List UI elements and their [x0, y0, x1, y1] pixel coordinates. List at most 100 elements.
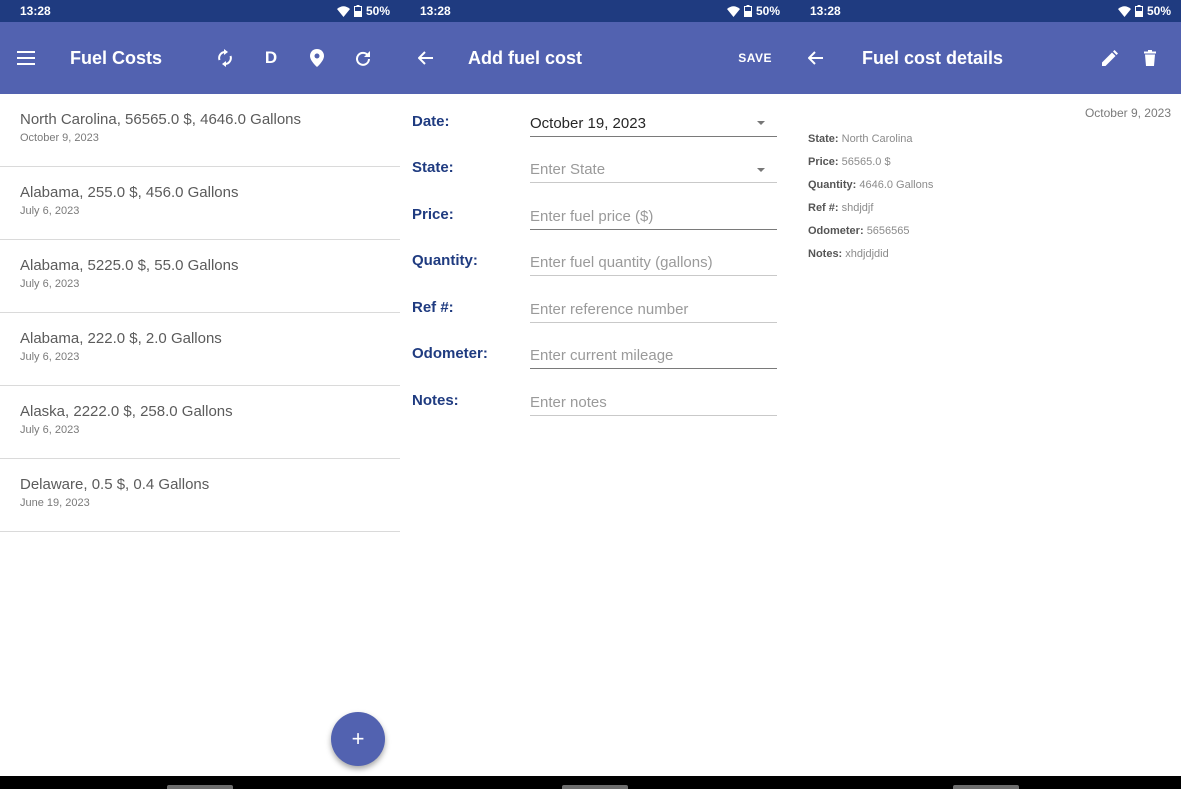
list-item-primary: North Carolina, 56565.0 $, 4646.0 Gallon…	[20, 111, 302, 128]
plus-icon: +	[351, 726, 365, 751]
status-time: 13:28	[420, 4, 451, 18]
add-fuel-cost-button[interactable]: +	[331, 712, 385, 766]
page-title: Fuel cost details	[862, 47, 1004, 68]
detail-state: State: North Carolina	[808, 132, 933, 155]
list-item[interactable]: Alabama, 5225.0 $, 55.0 Gallons July 6, …	[0, 240, 400, 313]
letter-d-icon[interactable]: D	[248, 36, 294, 80]
status-bar: 13:28 50%	[790, 0, 1181, 22]
save-button[interactable]: SAVE	[734, 51, 776, 65]
detail-quantity: Quantity: 4646.0 Gallons	[808, 178, 933, 201]
odometer-input[interactable]: Enter current mileage	[530, 343, 777, 369]
page-title: Fuel Costs	[70, 47, 163, 68]
home-handle[interactable]	[562, 785, 628, 789]
battery-icon	[1134, 5, 1143, 17]
refresh-icon[interactable]	[340, 36, 386, 80]
quantity-label: Quantity:	[412, 252, 478, 269]
date-dropdown[interactable]: October 19, 2023	[530, 111, 777, 137]
battery-icon	[353, 5, 362, 17]
battery-percent: 50%	[1146, 4, 1171, 18]
dropdown-arrow-icon	[757, 167, 765, 172]
list-item-primary: Alabama, 222.0 $, 2.0 Gallons	[20, 330, 222, 347]
home-handle[interactable]	[167, 785, 233, 789]
detail-label: Odometer:	[808, 225, 864, 237]
detail-ref: Ref #: shdjdjf	[808, 201, 933, 224]
form-row-price: Price: Enter fuel price ($)	[400, 191, 790, 238]
notes-input[interactable]: Enter notes	[530, 390, 777, 416]
odometer-placeholder: Enter current mileage	[530, 347, 674, 364]
detail-value: North Carolina	[841, 133, 913, 145]
detail-value: 4646.0 Gallons	[859, 179, 934, 191]
list-item-secondary: June 19, 2023	[20, 497, 90, 509]
list-item-secondary: July 6, 2023	[20, 424, 80, 436]
status-time: 13:28	[20, 4, 51, 18]
date-label: Date:	[412, 112, 450, 130]
detail-label: Notes:	[808, 248, 843, 260]
form-row-quantity: Quantity: Enter fuel quantity (gallons)	[400, 238, 790, 285]
notes-placeholder: Enter notes	[530, 393, 607, 411]
quantity-placeholder: Enter fuel quantity (gallons)	[530, 254, 713, 271]
date-value: October 19, 2023	[530, 114, 646, 132]
detail-list: State: North Carolina Price: 56565.0 $ Q…	[808, 132, 933, 270]
system-nav-bar	[400, 776, 790, 789]
quantity-input[interactable]: Enter fuel quantity (gallons)	[530, 250, 777, 276]
odometer-label: Odometer:	[412, 345, 488, 362]
dropdown-arrow-icon	[757, 121, 765, 125]
detail-value: shdjdjf	[841, 202, 874, 214]
system-nav-bar	[790, 776, 1181, 789]
ref-placeholder: Enter reference number	[530, 300, 689, 318]
battery-percent: 50%	[755, 4, 780, 18]
price-placeholder: Enter fuel price ($)	[530, 207, 654, 225]
list-item[interactable]: Alaska, 2222.0 $, 258.0 Gallons July 6, …	[0, 386, 400, 459]
location-pin-icon[interactable]	[294, 36, 340, 80]
form-row-ref: Ref #: Enter reference number	[400, 284, 790, 331]
back-arrow-icon[interactable]	[400, 36, 452, 80]
delete-trash-icon[interactable]	[1133, 36, 1167, 80]
add-fuel-cost-screen: 13:28 50% Add fuel cost SAVE Date: Octob…	[400, 0, 790, 789]
list-item[interactable]: Alabama, 255.0 $, 456.0 Gallons July 6, …	[0, 167, 400, 240]
back-arrow-icon[interactable]	[790, 36, 842, 80]
list-item[interactable]: Alabama, 222.0 $, 2.0 Gallons July 6, 20…	[0, 313, 400, 386]
form-row-notes: Notes: Enter notes	[400, 377, 790, 424]
battery-percent: 50%	[365, 4, 390, 18]
fuel-cost-form: Date: October 19, 2023 State: Enter Stat…	[400, 94, 790, 424]
status-time: 13:28	[810, 4, 841, 18]
ref-label: Ref #:	[412, 298, 454, 316]
notes-label: Notes:	[412, 391, 459, 409]
action-d-label: D	[264, 48, 278, 67]
app-bar: Add fuel cost SAVE	[400, 22, 790, 94]
list-item-primary: Alabama, 5225.0 $, 55.0 Gallons	[20, 257, 239, 274]
status-bar: 13:28 50%	[0, 0, 400, 22]
list-item-secondary: July 6, 2023	[20, 205, 80, 217]
app-bar: Fuel cost details	[790, 22, 1181, 94]
list-item-secondary: July 6, 2023	[20, 278, 80, 290]
list-item-primary: Alabama, 255.0 $, 456.0 Gallons	[20, 184, 239, 201]
state-label: State:	[412, 159, 454, 176]
form-row-odometer: Odometer: Enter current mileage	[400, 331, 790, 378]
reference-number-input[interactable]: Enter reference number	[530, 297, 777, 323]
edit-pencil-icon[interactable]	[1087, 36, 1133, 80]
system-nav-bar	[0, 776, 400, 789]
price-input[interactable]: Enter fuel price ($)	[530, 204, 777, 230]
app-bar: Fuel Costs D	[0, 22, 400, 94]
detail-date: October 9, 2023	[1084, 106, 1171, 120]
list-item[interactable]: Delaware, 0.5 $, 0.4 Gallons June 19, 20…	[0, 459, 400, 532]
menu-icon[interactable]	[0, 36, 52, 80]
detail-price: Price: 56565.0 $	[808, 155, 933, 178]
list-item-secondary: July 6, 2023	[20, 351, 80, 363]
detail-odometer: Odometer: 5656565	[808, 224, 933, 247]
detail-value: 56565.0 $	[841, 156, 891, 168]
sync-icon[interactable]	[202, 36, 248, 80]
list-item-secondary: October 9, 2023	[20, 132, 99, 144]
page-title: Add fuel cost	[468, 47, 583, 68]
detail-notes: Notes: xhdjdjdid	[808, 247, 933, 270]
state-dropdown[interactable]: Enter State	[530, 157, 777, 183]
list-item[interactable]: North Carolina, 56565.0 $, 4646.0 Gallon…	[0, 94, 400, 167]
list-item-primary: Alaska, 2222.0 $, 258.0 Gallons	[20, 403, 233, 420]
detail-label: Ref #:	[808, 202, 839, 214]
wifi-icon	[1117, 5, 1131, 17]
form-row-date: Date: October 19, 2023	[400, 98, 790, 145]
detail-label: Price:	[808, 156, 839, 168]
home-handle[interactable]	[952, 785, 1019, 789]
state-placeholder: Enter State	[530, 161, 606, 178]
detail-value: xhdjdjdid	[845, 248, 889, 260]
